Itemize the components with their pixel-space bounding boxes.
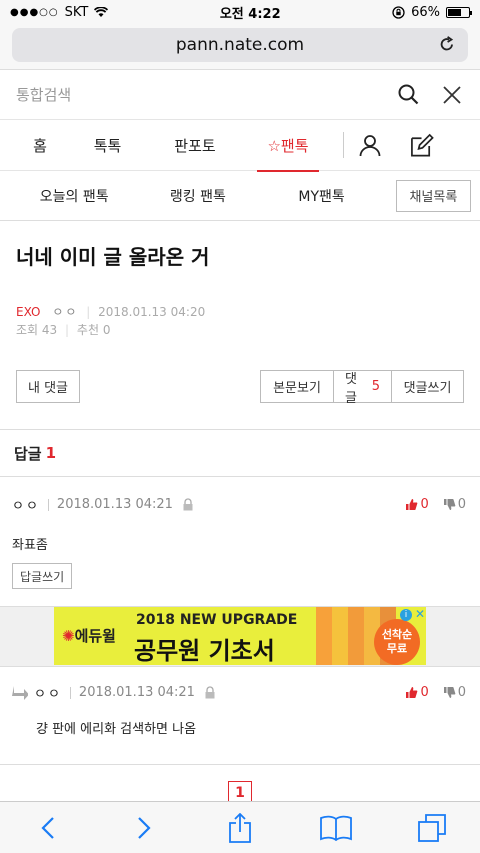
replies-header: 답글 1 [0, 429, 480, 477]
nav-item-fantalk[interactable]: ☆팬톡 [257, 120, 319, 172]
post-meta: EXO ㅇㅇ | 2018.01.13 04:20 조회 43 | 추천 0 [16, 305, 206, 337]
search-icon[interactable] [396, 83, 420, 107]
rotation-lock-icon [392, 5, 405, 19]
ad-headline: 2018 NEW UPGRADE [136, 612, 298, 628]
sub-nav-my[interactable]: MY팬톡 [247, 186, 395, 206]
thumbs-up-icon [406, 499, 418, 510]
comment-upvote-count: 0 [420, 497, 429, 512]
replies-title: 답글 [14, 444, 42, 463]
thumbs-up-icon [406, 687, 418, 698]
comment-downvote-count: 0 [457, 497, 466, 512]
reply-upvote[interactable]: 0 [405, 685, 429, 700]
ad-banner-area: ✺에듀윌 2018 NEW UPGRADE 공무원 기초서 선착순 무료 i ✕ [0, 606, 480, 667]
comment: ㅇㅇ 2018.01.13 04:21 0 0 좌표좀 답글쓰기 [0, 477, 480, 589]
chevron-right-icon [138, 816, 151, 839]
post-author: ㅇㅇ [52, 305, 79, 319]
nav-item-home[interactable]: 홈 [10, 120, 70, 171]
tabs-icon [418, 813, 446, 842]
browser-toolbar [0, 801, 480, 853]
post-recommend-label: 추천 [76, 323, 99, 337]
ad-badge: 선착순 무료 [374, 619, 420, 665]
sub-nav-ranking[interactable]: 랭킹 팬톡 [148, 186, 247, 206]
ad-badge-bottom: 무료 [386, 642, 408, 655]
bookmarks-button[interactable] [316, 808, 356, 848]
post-views: 43 [41, 323, 58, 337]
comments-button-label: 댓글 [345, 371, 357, 406]
post-channel[interactable]: EXO [16, 305, 40, 319]
post-views-label: 조회 [16, 323, 39, 337]
ad-brand: 에듀윌 [74, 627, 116, 645]
write-icon[interactable] [410, 133, 434, 157]
ad-logo: ✺에듀윌 [62, 627, 116, 645]
main-nav: 홈 톡톡 판포토 ☆팬톡 [0, 120, 480, 172]
clock: 오전 4:22 [219, 6, 281, 22]
reply-upvote-count: 0 [420, 685, 429, 700]
my-comments-button[interactable]: 내 댓글 [16, 370, 80, 403]
search-input[interactable] [16, 85, 376, 104]
reply-date: 2018.01.13 04:21 [78, 685, 195, 700]
reply-downvote-count: 0 [457, 685, 466, 700]
comment-downvote[interactable]: 0 [443, 497, 466, 512]
post-title: 너네 이미 글 올라온 거 [16, 245, 210, 269]
ad-title: 공무원 기초서 [134, 637, 275, 665]
view-post-button[interactable]: 본문보기 [260, 370, 334, 403]
thumbs-down-icon [443, 687, 456, 698]
comment-author: ㅇㅇ [12, 499, 40, 514]
nav-item-toktok[interactable]: 톡톡 [70, 120, 145, 171]
browser-bar: pann.nate.com [0, 24, 480, 70]
forward-button[interactable] [124, 808, 164, 848]
reply-button[interactable]: 답글쓰기 [12, 563, 73, 589]
comment-date: 2018.01.13 04:21 [56, 497, 173, 512]
battery-percent: 66% [411, 4, 440, 20]
ad-info-icon[interactable]: i [400, 609, 412, 621]
ad-banner[interactable]: ✺에듀윌 2018 NEW UPGRADE 공무원 기초서 선착순 무료 i ✕ [54, 607, 426, 665]
back-button[interactable] [28, 808, 68, 848]
battery-icon [445, 6, 472, 18]
book-icon [320, 815, 352, 841]
post-button-group: 본문보기 댓글 5 댓글쓰기 [260, 370, 464, 406]
post-recommend: 0 [102, 323, 111, 337]
status-bar: ●●●○○ SKT 오전 4:22 66% [0, 0, 480, 24]
reply-arrow-icon [12, 685, 28, 700]
comment-body: 좌표좀 [12, 538, 48, 553]
chevron-left-icon [41, 816, 54, 839]
reply-body: 걍 판에 에리화 검색하면 나옴 [36, 722, 197, 737]
reply-author: ㅇㅇ [34, 687, 62, 702]
lock-icon [183, 498, 193, 511]
ad-badge-top: 선착순 [381, 628, 413, 641]
sub-nav: 오늘의 팬톡 랭킹 팬톡 MY팬톡 채널목록 [0, 171, 480, 221]
post-actions: 내 댓글 본문보기 댓글 5 댓글쓰기 [0, 370, 480, 406]
reload-icon[interactable] [438, 35, 456, 53]
signal-icon: ●●●○○ [10, 6, 59, 18]
share-icon [229, 812, 251, 843]
nav-item-panphoto[interactable]: 판포토 [145, 120, 245, 171]
nested-reply: ㅇㅇ 2018.01.13 04:21 0 0 걍 판에 에리화 검색하면 나옴 [0, 667, 480, 765]
url-field[interactable]: pann.nate.com [12, 28, 468, 62]
lock-icon [205, 686, 215, 699]
thumbs-down-icon [443, 499, 456, 510]
search-bar [0, 70, 480, 120]
channel-list-button[interactable]: 채널목록 [395, 179, 471, 212]
wifi-icon [94, 6, 109, 17]
comments-button[interactable]: 댓글 5 [334, 370, 392, 406]
share-button[interactable] [220, 808, 260, 848]
sub-nav-today[interactable]: 오늘의 팬톡 [0, 186, 148, 206]
nav-divider [343, 132, 344, 158]
post-date: 2018.01.13 04:20 [98, 305, 206, 319]
comment-upvote[interactable]: 0 [405, 497, 429, 512]
replies-count: 1 [45, 444, 57, 462]
comments-count: 5 [371, 379, 380, 394]
carrier-label: SKT [64, 4, 89, 20]
user-icon[interactable] [358, 133, 382, 157]
close-icon[interactable] [440, 83, 464, 107]
ad-close-icon[interactable]: ✕ [415, 607, 425, 621]
url-text: pann.nate.com [175, 35, 305, 55]
tabs-button[interactable] [412, 808, 452, 848]
reply-downvote[interactable]: 0 [443, 685, 466, 700]
write-comment-button[interactable]: 댓글쓰기 [392, 370, 464, 403]
